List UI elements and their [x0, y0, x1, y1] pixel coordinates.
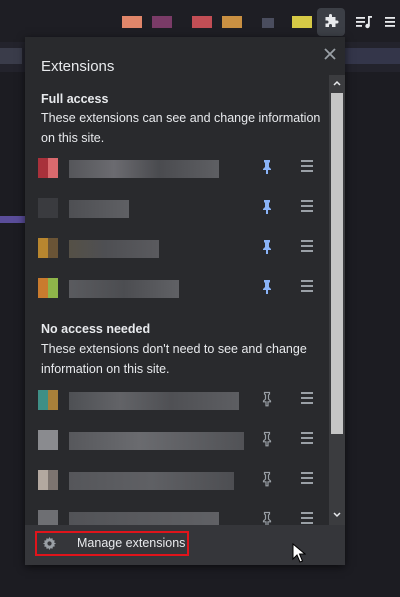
chevron-down-icon[interactable]	[331, 509, 343, 521]
pin-icon[interactable]	[259, 391, 275, 407]
extension-icon	[38, 278, 58, 298]
media-control-icon	[356, 16, 372, 29]
pin-icon[interactable]	[259, 199, 275, 215]
blurred-bookmark[interactable]	[0, 48, 22, 64]
more-options-icon[interactable]	[301, 160, 313, 174]
extension-item[interactable]	[25, 426, 328, 454]
manage-extensions-button[interactable]: Manage extensions	[35, 531, 189, 556]
gear-icon	[43, 537, 56, 550]
extension-item[interactable]	[25, 506, 328, 525]
pin-icon[interactable]	[259, 239, 275, 255]
extension-icon	[38, 470, 58, 490]
more-options-icon[interactable]	[301, 392, 313, 406]
more-options-icon[interactable]	[301, 432, 313, 446]
media-control-button[interactable]	[350, 8, 378, 36]
extension-item[interactable]	[25, 234, 328, 262]
section-heading-no-access: No access needed	[41, 322, 151, 336]
extension-item[interactable]	[25, 386, 328, 414]
extensions-popup: Extensions Full access These extensions …	[25, 37, 345, 565]
browser-toolbar	[0, 0, 400, 42]
extension-icon	[38, 430, 58, 450]
blurred-toolbar-icon[interactable]	[122, 16, 142, 28]
scrollbar-thumb[interactable]	[331, 93, 343, 434]
close-button[interactable]	[321, 45, 339, 63]
extension-icon	[38, 510, 58, 525]
popup-title: Extensions	[41, 58, 115, 75]
chevron-up-icon[interactable]	[331, 77, 343, 89]
blurred-toolbar-icon[interactable]	[222, 16, 242, 28]
blurred-toolbar-icon[interactable]	[152, 16, 172, 28]
extension-item[interactable]	[25, 466, 328, 494]
section-heading-full-access: Full access	[41, 92, 109, 106]
blurred-toolbar-icon[interactable]	[192, 16, 212, 28]
section-description-no-access: These extensions don't need to see and c…	[41, 342, 307, 376]
extension-name-redacted	[69, 200, 129, 218]
kebab-menu-icon	[385, 17, 395, 27]
extensions-button[interactable]	[317, 8, 345, 36]
more-options-icon[interactable]	[301, 280, 313, 294]
extension-name-redacted	[69, 432, 244, 450]
more-options-icon[interactable]	[301, 512, 313, 525]
puzzle-icon	[325, 14, 339, 27]
blurred-bookmark[interactable]	[345, 48, 400, 64]
extension-name-redacted	[69, 160, 219, 178]
extension-item[interactable]	[25, 194, 328, 222]
extension-icon	[38, 158, 58, 178]
mouse-cursor-icon	[292, 543, 306, 563]
pin-icon[interactable]	[259, 159, 275, 175]
extension-name-redacted	[69, 240, 159, 258]
extension-icon	[38, 238, 58, 258]
pin-icon[interactable]	[259, 279, 275, 295]
extension-icon	[38, 390, 58, 410]
extension-name-redacted	[69, 280, 179, 298]
pin-icon[interactable]	[259, 431, 275, 447]
extension-name-redacted	[69, 392, 239, 410]
pin-icon[interactable]	[259, 511, 275, 525]
extension-name-redacted	[69, 472, 234, 490]
pin-icon[interactable]	[259, 471, 275, 487]
extension-icon	[38, 198, 58, 218]
manage-extensions-label: Manage extensions	[77, 536, 186, 550]
more-options-icon[interactable]	[301, 472, 313, 486]
more-options-icon[interactable]	[301, 200, 313, 214]
extension-name-redacted	[69, 512, 219, 525]
more-options-icon[interactable]	[301, 240, 313, 254]
blurred-toolbar-icon[interactable]	[292, 16, 312, 28]
blurred-toolbar-icon[interactable]	[262, 18, 274, 28]
section-description-full-access: These extensions can see and change info…	[41, 111, 321, 145]
extension-item[interactable]	[25, 274, 328, 302]
close-icon	[324, 48, 336, 60]
menu-button[interactable]	[383, 8, 400, 36]
page-accent-strip	[0, 216, 25, 223]
extension-item[interactable]	[25, 154, 328, 182]
